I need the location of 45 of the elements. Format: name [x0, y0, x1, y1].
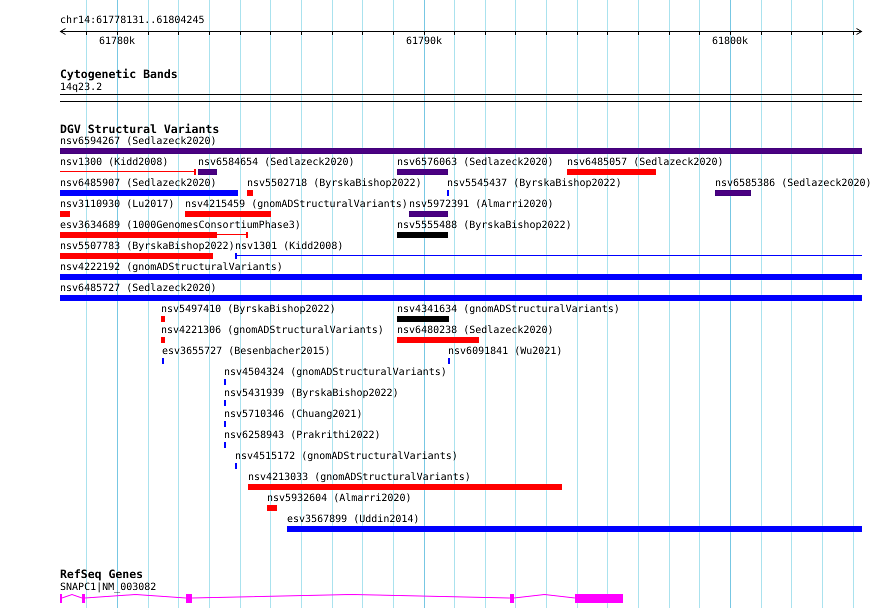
variant-label: nsv4213033 (gnomADStructuralVariants): [248, 472, 471, 484]
gene-label: SNAPC1|NM_003082: [60, 582, 156, 593]
band-label: 14q23.2: [60, 82, 102, 93]
variant-bar[interactable]: [60, 232, 248, 238]
variant-label: nsv6485057 (Sedlazeck2020): [567, 157, 724, 169]
variant-label: nsv6585386 (Sedlazeck2020): [715, 178, 872, 190]
variant-label: nsv4515172 (gnomADStructuralVariants): [235, 451, 458, 463]
variant-label: nsv6258943 (Prakrithi2022): [224, 430, 381, 442]
variant-label: esv3655727 (Besenbacher2015): [162, 346, 331, 358]
variant-label: nsv6485727 (Sedlazeck2020): [60, 283, 217, 295]
variant-label: nsv4221306 (gnomADStructuralVariants): [161, 325, 384, 337]
variant-label: nsv3110930 (Lu2017): [60, 199, 174, 211]
ruler-label: 61800k: [712, 36, 748, 48]
variant-label: nsv6480238 (Sedlazeck2020): [397, 325, 554, 337]
variant-label: nsv6091841 (Wu2021): [448, 346, 562, 358]
track-title: DGV Structural Variants: [60, 123, 220, 136]
variant-label: nsv5710346 (Chuang2021): [224, 409, 362, 421]
variant-label: nsv5972391 (Almarri2020): [409, 199, 554, 211]
variant-label: nsv5431939 (ByrskaBishop2022): [224, 388, 399, 400]
variant-label: nsv6485907 (Sedlazeck2020): [60, 178, 217, 190]
ruler-label: 61790k: [406, 36, 442, 48]
variant-label: nsv1301 (Kidd2008): [235, 241, 344, 253]
variant-label: nsv4504324 (gnomADStructuralVariants): [224, 367, 447, 379]
location-label: chr14:61778131..61804245: [60, 15, 204, 27]
variant-label: nsv4222192 (gnomADStructuralVariants): [60, 262, 283, 274]
variant-label: nsv5932604 (Almarri2020): [267, 493, 412, 505]
variant-label: esv3567899 (Uddin2014): [287, 514, 420, 526]
ruler-label: 61780k: [98, 36, 136, 48]
variant-label: nsv6594267 (Sedlazeck2020): [60, 136, 217, 148]
variant-label: nsv6584654 (Sedlazeck2020): [198, 157, 355, 169]
variant-label: nsv5555488 (ByrskaBishop2022): [397, 220, 572, 232]
variant-label: nsv6576063 (Sedlazeck2020): [397, 157, 554, 169]
variant-line[interactable]: [60, 169, 196, 175]
variant-label: nsv5502718 (ByrskaBishop2022): [247, 178, 422, 190]
variant-label: nsv1300 (Kidd2008): [60, 157, 168, 169]
variant-label: nsv5497410 (ByrskaBishop2022): [161, 304, 336, 316]
variant-label: esv3634689 (1000GenomesConsortiumPhase3): [60, 220, 301, 232]
variant-label: nsv4341634 (gnomADStructuralVariants): [397, 304, 620, 316]
track-title: Cytogenetic Bands: [60, 68, 178, 81]
track-title: RefSeq Genes: [60, 568, 144, 581]
gene-model[interactable]: [60, 594, 623, 603]
variant-label: nsv5507783 (ByrskaBishop2022): [60, 241, 235, 253]
variant-label: nsv5545437 (ByrskaBishop2022): [447, 178, 622, 190]
variant-label: nsv4215459 (gnomADStructuralVariants): [185, 199, 408, 211]
variant-line[interactable]: [235, 253, 862, 259]
